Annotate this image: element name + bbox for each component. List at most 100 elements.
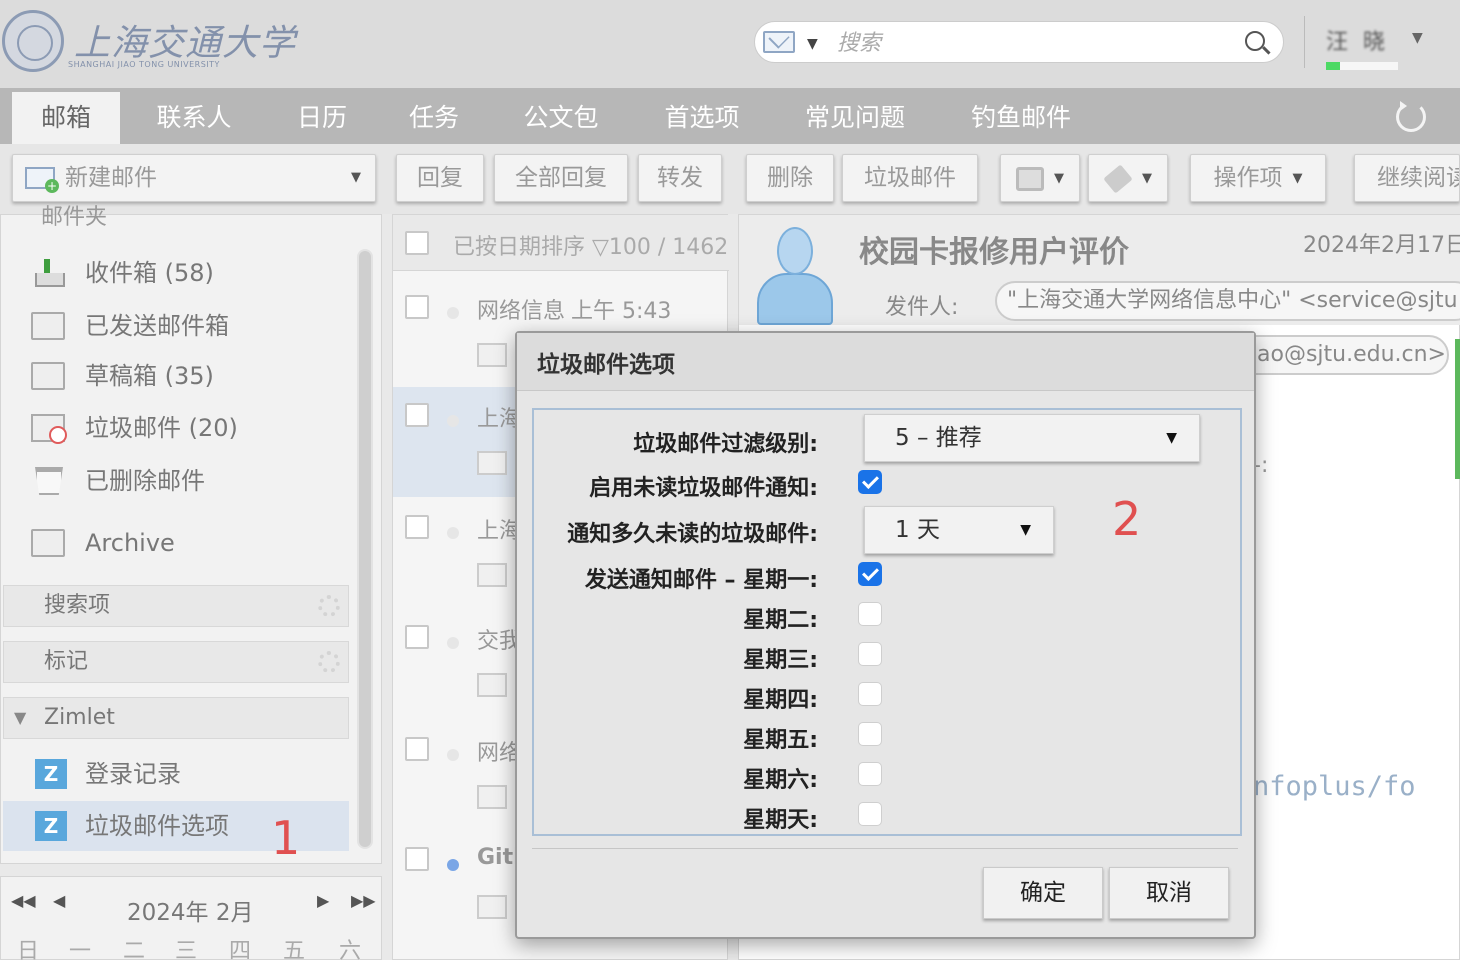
- junk-options-dialog: 垃圾邮件选项 垃圾邮件过滤级别: 5 – 推荐 ▼ 启用未读垃圾邮件通知: 通知…: [515, 331, 1256, 939]
- row-checkbox[interactable]: [405, 625, 429, 649]
- inbox-icon: [31, 259, 65, 287]
- user-menu[interactable]: 汪 晓 ▼: [1324, 24, 1444, 74]
- collapse-triangle-icon[interactable]: ▼: [14, 698, 26, 738]
- row-checkbox[interactable]: [405, 515, 429, 539]
- chevron-down-icon: ▼: [1054, 170, 1064, 186]
- reply-all-button[interactable]: 全部回复: [494, 154, 628, 202]
- folders-section-header[interactable]: 邮件夹: [41, 199, 107, 231]
- filter-level-select[interactable]: 5 – 推荐 ▼: [864, 414, 1200, 462]
- chevron-down-icon: ▼: [1166, 430, 1177, 446]
- chevron-down-icon[interactable]: ▼: [351, 155, 361, 201]
- folder-label: 草稿箱 (35): [85, 362, 214, 390]
- gear-icon[interactable]: [318, 595, 340, 617]
- tab-tasks[interactable]: 任务: [394, 92, 474, 144]
- delete-button[interactable]: 删除: [746, 154, 834, 202]
- tab-faq[interactable]: 常见问题: [788, 92, 922, 144]
- weekday-label: 三: [174, 939, 197, 960]
- scrollbar-thumb[interactable]: [359, 251, 371, 847]
- envelope-icon: [477, 673, 507, 697]
- reply-button[interactable]: 回复: [396, 154, 484, 202]
- junk-button[interactable]: 垃圾邮件: [842, 154, 978, 202]
- zimlet-login-records[interactable]: Z 登录记录: [3, 749, 349, 799]
- sent-folder-icon: [31, 312, 65, 340]
- tag-icon: [1103, 163, 1133, 194]
- weekday-label: 四: [228, 939, 251, 960]
- search-input[interactable]: [837, 28, 1237, 58]
- dialog-form: 垃圾邮件过滤级别: 5 – 推荐 ▼ 启用未读垃圾邮件通知: 通知多久未读的垃圾…: [532, 408, 1242, 836]
- saturday-checkbox[interactable]: [858, 762, 882, 786]
- search-bar: ▼: [754, 21, 1284, 63]
- forward-button[interactable]: 转发: [638, 154, 722, 202]
- folder-panel: 邮件夹 收件箱 (58) 已发送邮件箱 草稿箱 (35) 垃圾邮件 (20) 已…: [0, 205, 382, 865]
- row-checkbox[interactable]: [405, 737, 429, 761]
- notify-after-select[interactable]: 1 天 ▼: [864, 506, 1054, 554]
- thursday-checkbox[interactable]: [858, 682, 882, 706]
- calendar-month: 2024年 2月: [127, 900, 254, 926]
- tuesday-checkbox[interactable]: [858, 602, 882, 626]
- zimlet-label: 登录记录: [85, 760, 181, 788]
- ok-button[interactable]: 确定: [983, 867, 1103, 919]
- logo-chinese-text: 上海交通大学: [74, 23, 297, 64]
- unread-notify-label: 启用未读垃圾邮件通知:: [589, 476, 818, 501]
- unread-notify-checkbox[interactable]: [858, 470, 882, 494]
- tag-menu-button[interactable]: ▼: [1088, 154, 1168, 202]
- select-all-checkbox[interactable]: [405, 231, 429, 255]
- tags-section[interactable]: 标记: [3, 641, 349, 683]
- next-month-icon[interactable]: ▶: [317, 891, 329, 910]
- day-label-monday: 发送通知邮件 – 星期一:: [584, 568, 818, 593]
- prev-month-icon[interactable]: ◀: [53, 891, 65, 910]
- refresh-icon[interactable]: [1396, 101, 1426, 132]
- tab-calendar[interactable]: 日历: [280, 92, 364, 144]
- row-checkbox[interactable]: [405, 403, 429, 427]
- archive-folder-icon: [31, 529, 65, 557]
- unread-dot-icon: [447, 307, 459, 319]
- row-checkbox[interactable]: [405, 847, 429, 871]
- sunday-checkbox[interactable]: [858, 802, 882, 826]
- unread-dot-icon: [447, 749, 459, 761]
- section-label: Zimlet: [44, 705, 115, 730]
- wednesday-checkbox[interactable]: [858, 642, 882, 666]
- chevron-down-icon[interactable]: ▼: [1412, 30, 1423, 46]
- actions-button[interactable]: 操作项 ▼: [1190, 154, 1326, 202]
- continue-reading-button[interactable]: 继续阅读: [1354, 154, 1460, 202]
- dialog-titlebar[interactable]: 垃圾邮件选项: [517, 333, 1254, 391]
- print-menu-button[interactable]: ▼: [1000, 154, 1080, 202]
- folder-scrollbar[interactable]: [357, 249, 373, 849]
- folder-label: Archive: [85, 529, 175, 557]
- avatar-body-icon: [757, 273, 833, 325]
- zimlet-section[interactable]: ▼ Zimlet: [3, 697, 349, 739]
- app-tabs: 邮箱 联系人 日历 任务 公文包 首选项 常见问题 钓鱼邮件: [0, 88, 1460, 144]
- tab-briefcase[interactable]: 公文包: [504, 92, 618, 144]
- tab-phishing[interactable]: 钓鱼邮件: [954, 92, 1088, 144]
- row-checkbox[interactable]: [405, 295, 429, 319]
- university-logo[interactable]: 上海交通大学 SHANGHAI JIAO TONG UNIVERSITY: [2, 6, 295, 76]
- zimlet-label: 垃圾邮件选项: [85, 812, 229, 840]
- junk-folder-icon: [31, 414, 67, 444]
- prev-year-icon[interactable]: ◀◀: [11, 891, 36, 910]
- sort-label[interactable]: 已按日期排序 ▽100 / 1462: [453, 229, 728, 261]
- tab-mail[interactable]: 邮箱: [12, 92, 120, 144]
- next-year-icon[interactable]: ▶▶: [351, 891, 376, 910]
- mail-search-scope-icon[interactable]: [763, 31, 795, 53]
- plus-icon: +: [45, 179, 59, 193]
- new-mail-button[interactable]: + 新建邮件 ▼: [12, 154, 376, 202]
- day-label-friday: 星期五:: [743, 728, 818, 753]
- message-date: 2024年2月17日: [1303, 233, 1460, 258]
- unread-dot-icon: [447, 637, 459, 649]
- search-icon[interactable]: [1245, 31, 1265, 51]
- top-bar: 上海交通大学 SHANGHAI JIAO TONG UNIVERSITY ▼ 汪…: [0, 0, 1460, 88]
- monday-checkbox[interactable]: [858, 562, 882, 586]
- tab-contacts[interactable]: 联系人: [136, 92, 252, 144]
- tab-preferences[interactable]: 首选项: [646, 92, 758, 144]
- chevron-down-icon[interactable]: ▼: [807, 36, 818, 52]
- searches-section[interactable]: 搜索项: [3, 585, 349, 627]
- day-label-thursday: 星期四:: [743, 688, 818, 713]
- folder-label: 已删除邮件: [85, 467, 205, 495]
- unread-dot-icon: [447, 415, 459, 427]
- friday-checkbox[interactable]: [858, 722, 882, 746]
- drafts-folder-icon: [31, 362, 65, 390]
- gear-icon[interactable]: [318, 651, 340, 673]
- cancel-button[interactable]: 取消: [1109, 867, 1229, 919]
- body-link[interactable]: nfoplus/fo: [1253, 771, 1416, 802]
- from-address-bubble[interactable]: "上海交通大学网络信息中心" <service@sjtu: [995, 281, 1460, 321]
